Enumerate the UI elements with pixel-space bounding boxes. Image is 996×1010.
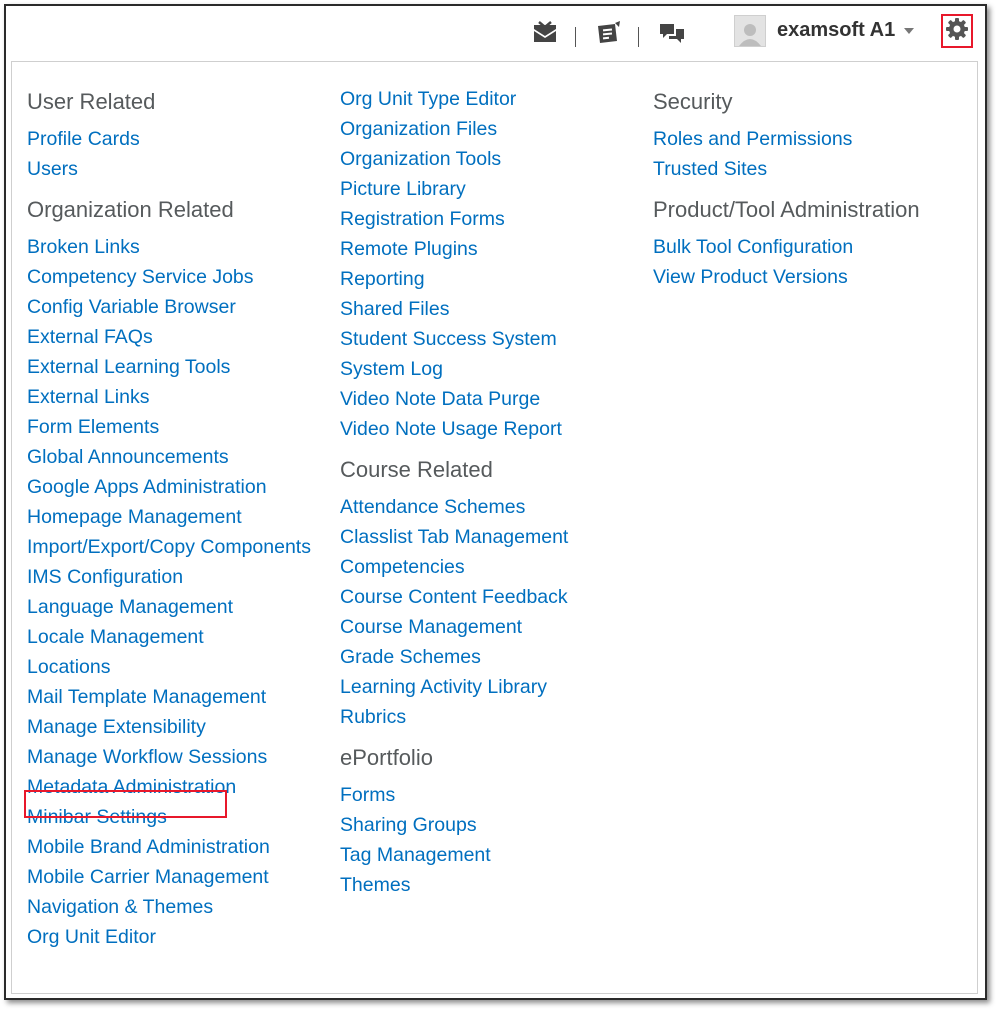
admin-tools-menu: User Related Profile Cards Users Organiz… <box>11 61 978 994</box>
menu-link[interactable]: Course Management <box>340 612 568 642</box>
menu-link[interactable]: Sharing Groups <box>340 810 568 840</box>
menu-link[interactable]: Config Variable Browser <box>27 292 311 322</box>
menu-link[interactable]: Form Elements <box>27 412 311 442</box>
group-heading: Course Related <box>340 457 493 482</box>
menu-group: User Related Profile Cards Users <box>27 86 311 184</box>
minibar-separator <box>575 27 576 47</box>
manage-extensibility-link[interactable]: Manage Extensibility <box>27 712 311 742</box>
menu-link[interactable]: Course Content Feedback <box>340 582 568 612</box>
menu-link[interactable]: Mail Template Management <box>27 682 311 712</box>
menu-link[interactable]: System Log <box>340 354 568 384</box>
menu-link[interactable]: Themes <box>340 870 568 900</box>
menu-link[interactable]: External FAQs <box>27 322 311 352</box>
menu-link[interactable]: Trusted Sites <box>653 154 920 184</box>
screenshot-frame: examsoft A1 User Related Profile Cards U… <box>4 4 987 1000</box>
menu-link[interactable]: Org Unit Editor <box>27 922 311 952</box>
menu-link[interactable]: Picture Library <box>340 174 568 204</box>
menu-link[interactable]: Language Management <box>27 592 311 622</box>
menu-link[interactable]: Org Unit Type Editor <box>340 84 568 114</box>
menu-link[interactable]: Competency Service Jobs <box>27 262 311 292</box>
menu-link[interactable]: Tag Management <box>340 840 568 870</box>
menu-column: Org Unit Type Editor Organization Files … <box>340 84 568 910</box>
menu-link[interactable]: Mobile Brand Administration <box>27 832 311 862</box>
menu-link[interactable]: Manage Workflow Sessions <box>27 742 311 772</box>
menu-group: Organization Related Broken Links Compet… <box>27 194 311 952</box>
menu-link[interactable]: Broken Links <box>27 232 311 262</box>
group-heading: User Related <box>27 89 156 114</box>
menu-link[interactable]: Metadata Administration <box>27 772 311 802</box>
menu-link[interactable]: Import/Export/Copy Components <box>27 532 311 562</box>
mail-icon[interactable] <box>531 20 559 46</box>
menu-link[interactable]: Homepage Management <box>27 502 311 532</box>
updates-icon[interactable] <box>594 20 622 46</box>
menu-link[interactable]: Minibar Settings <box>27 802 311 832</box>
group-heading: ePortfolio <box>340 745 433 770</box>
menu-link[interactable]: Video Note Usage Report <box>340 414 568 444</box>
menu-link[interactable]: Global Announcements <box>27 442 311 472</box>
menu-group: ePortfolio Forms Sharing Groups Tag Mana… <box>340 742 568 900</box>
group-heading: Product/Tool Administration <box>653 197 920 222</box>
minibar-separator <box>638 27 639 47</box>
avatar[interactable] <box>734 15 766 47</box>
menu-link[interactable]: External Learning Tools <box>27 352 311 382</box>
menu-link[interactable]: IMS Configuration <box>27 562 311 592</box>
menu-link[interactable]: Mobile Carrier Management <box>27 862 311 892</box>
menu-link[interactable]: Attendance Schemes <box>340 492 568 522</box>
menu-link[interactable]: Remote Plugins <box>340 234 568 264</box>
menu-link[interactable]: Forms <box>340 780 568 810</box>
menu-group: Product/Tool Administration Bulk Tool Co… <box>653 194 920 292</box>
menu-link[interactable]: Shared Files <box>340 294 568 324</box>
menu-column: Security Roles and Permissions Trusted S… <box>653 86 920 302</box>
group-heading: Security <box>653 89 733 114</box>
menu-link[interactable]: External Links <box>27 382 311 412</box>
menu-group: Org Unit Type Editor Organization Files … <box>340 84 568 444</box>
chevron-down-icon[interactable] <box>904 28 914 34</box>
menu-link[interactable]: Organization Files <box>340 114 568 144</box>
menu-group: Course Related Attendance Schemes Classl… <box>340 454 568 732</box>
menu-link[interactable]: Student Success System <box>340 324 568 354</box>
menu-link[interactable]: View Product Versions <box>653 262 920 292</box>
menu-link[interactable]: Users <box>27 154 311 184</box>
admin-tools-button[interactable] <box>941 14 973 48</box>
menu-link[interactable]: Competencies <box>340 552 568 582</box>
menu-link[interactable]: Rubrics <box>340 702 568 732</box>
menu-link[interactable]: Classlist Tab Management <box>340 522 568 552</box>
gear-icon <box>945 17 969 46</box>
menu-link[interactable]: Roles and Permissions <box>653 124 920 154</box>
menu-link[interactable]: Learning Activity Library <box>340 672 568 702</box>
menu-link[interactable]: Google Apps Administration <box>27 472 311 502</box>
username[interactable]: examsoft A1 <box>777 19 895 42</box>
menu-link[interactable]: Locale Management <box>27 622 311 652</box>
menu-link[interactable]: Organization Tools <box>340 144 568 174</box>
menu-link[interactable]: Locations <box>27 652 311 682</box>
menu-column: User Related Profile Cards Users Organiz… <box>27 86 311 962</box>
menu-link[interactable]: Bulk Tool Configuration <box>653 232 920 262</box>
minibar: examsoft A1 <box>6 6 985 58</box>
menu-link[interactable]: Video Note Data Purge <box>340 384 568 414</box>
menu-link[interactable]: Navigation & Themes <box>27 892 311 922</box>
menu-link[interactable]: Registration Forms <box>340 204 568 234</box>
menu-link[interactable]: Grade Schemes <box>340 642 568 672</box>
subscriptions-icon[interactable] <box>658 20 686 46</box>
menu-link[interactable]: Reporting <box>340 264 568 294</box>
menu-group: Security Roles and Permissions Trusted S… <box>653 86 920 184</box>
group-heading: Organization Related <box>27 197 234 222</box>
menu-link[interactable]: Profile Cards <box>27 124 311 154</box>
